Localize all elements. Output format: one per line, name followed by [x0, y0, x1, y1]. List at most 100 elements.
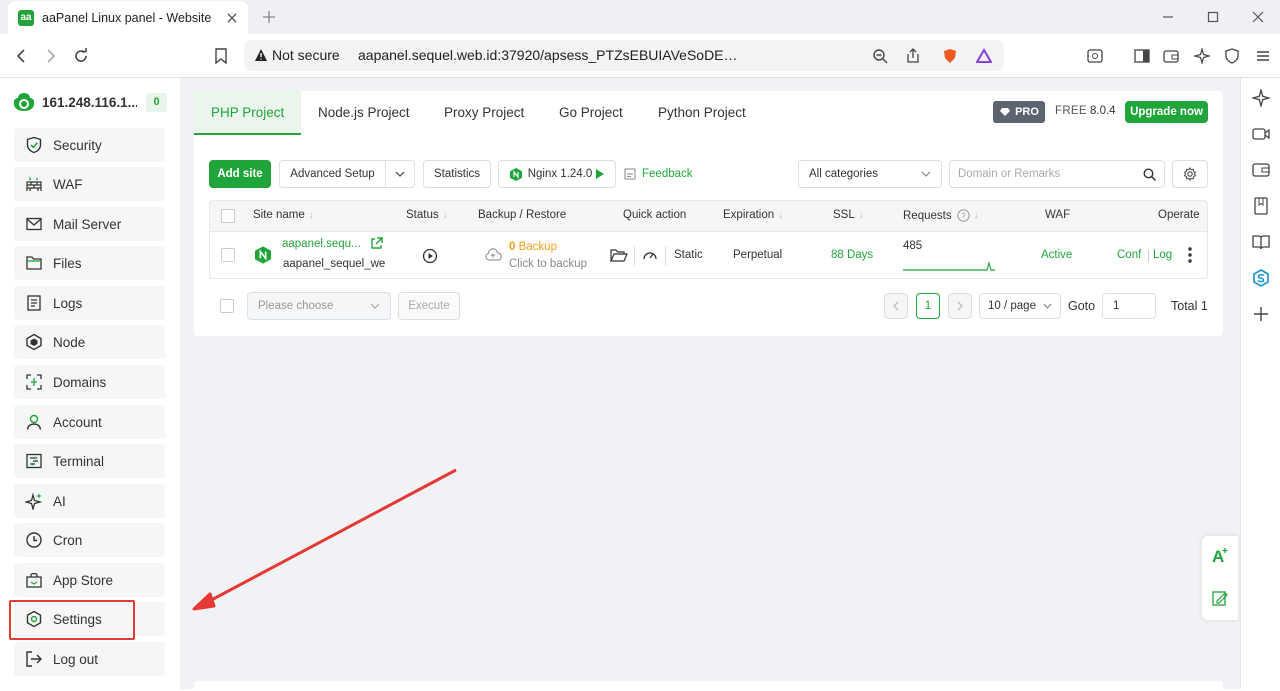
goto-input[interactable]: 1: [1102, 293, 1156, 319]
reload-icon[interactable]: [72, 47, 90, 65]
log-link[interactable]: Log: [1153, 249, 1172, 261]
tab-python-project[interactable]: Python Project: [641, 91, 763, 135]
speedometer-icon[interactable]: [642, 248, 658, 262]
forward-icon[interactable]: [42, 47, 60, 65]
extension-s-icon[interactable]: [1252, 269, 1270, 287]
vpn-icon[interactable]: [1223, 47, 1241, 65]
add-panel-icon[interactable]: [1252, 305, 1270, 323]
notes-edit-icon[interactable]: [1212, 590, 1228, 606]
nginx-button[interactable]: Nginx 1.24.0: [498, 160, 616, 188]
select-all-checkbox[interactable]: [221, 209, 235, 223]
brave-rewards-icon[interactable]: [975, 47, 993, 65]
execute-button[interactable]: Execute: [398, 292, 460, 320]
sidebar-item-app-store[interactable]: App Store: [14, 563, 165, 597]
server-header[interactable]: 161.248.116.1... 0: [12, 91, 167, 113]
brave-talk-icon[interactable]: [1252, 125, 1270, 143]
col-ssl[interactable]: SSL ↓: [833, 209, 864, 221]
col-status[interactable]: Status ↓: [406, 209, 448, 221]
divider: [1148, 250, 1149, 262]
col-expiration[interactable]: Expiration ↓: [723, 209, 783, 221]
row-checkbox[interactable]: [221, 248, 235, 262]
col-requests[interactable]: Requests ? ↓: [903, 209, 979, 222]
add-site-button[interactable]: Add site: [209, 160, 271, 188]
url-text[interactable]: aapanel.sequel.web.id:37920/apsess_PTZsE…: [358, 47, 743, 63]
table-settings-button[interactable]: [1172, 160, 1208, 188]
site-name-link[interactable]: aapanel.sequ...: [282, 238, 361, 250]
ssl-days[interactable]: 88 Days: [831, 249, 873, 261]
bookmark-icon[interactable]: [212, 47, 230, 65]
quick-action-static[interactable]: Static: [674, 249, 703, 261]
window-close-icon[interactable]: [1250, 9, 1266, 25]
sidebar-item-account[interactable]: Account: [14, 405, 165, 439]
statistics-button[interactable]: Statistics: [423, 160, 491, 188]
bulk-action-select[interactable]: Please choose: [247, 292, 391, 320]
search-icon[interactable]: [1143, 167, 1156, 181]
next-page-button[interactable]: [948, 293, 972, 319]
sidebar-item-logs[interactable]: Logs: [14, 286, 165, 320]
maximize-icon[interactable]: [1205, 9, 1221, 25]
upgrade-button[interactable]: Upgrade now: [1125, 101, 1208, 123]
tab-php-project[interactable]: PHP Project: [194, 91, 302, 135]
bookmarks-rail-icon[interactable]: [1252, 197, 1270, 215]
sidebar-toggle-icon[interactable]: [1133, 47, 1151, 65]
close-tab-icon[interactable]: [224, 10, 240, 26]
security-label[interactable]: Not secure: [272, 47, 340, 63]
wallet-rail-icon[interactable]: [1252, 161, 1270, 179]
feedback-link[interactable]: Feedback: [624, 160, 693, 188]
col-site-name[interactable]: Site name ↓: [253, 209, 314, 221]
reading-list-icon[interactable]: [1252, 233, 1270, 251]
waf-icon: [25, 175, 43, 193]
sidebar-item-mail-server[interactable]: Mail Server: [14, 207, 165, 241]
minimize-icon[interactable]: [1160, 9, 1176, 25]
advanced-setup-button[interactable]: Advanced Setup: [279, 160, 386, 188]
sidebar-item-node[interactable]: Node: [14, 325, 165, 359]
tab-go-project[interactable]: Go Project: [542, 91, 640, 135]
leo-ai-icon[interactable]: [1193, 47, 1211, 65]
zoom-icon[interactable]: [871, 47, 889, 65]
tab-nodejs-project[interactable]: Node.js Project: [301, 91, 427, 135]
reader-icon[interactable]: [1086, 47, 1104, 65]
sidebar-item-terminal[interactable]: Terminal: [14, 444, 165, 478]
chevron-down-icon: [395, 171, 405, 177]
conf-link[interactable]: Conf: [1117, 249, 1141, 261]
menu-icon[interactable]: [1254, 47, 1272, 65]
chevron-down-icon: [370, 303, 380, 309]
sidebar-item-log-out[interactable]: Log out: [14, 642, 165, 676]
help-icon[interactable]: ?: [956, 209, 970, 222]
backup-hint[interactable]: Click to backup: [509, 258, 587, 270]
address-bar[interactable]: Not secure aapanel.sequel.web.id:37920/a…: [244, 40, 1004, 71]
sidebar-item-domains[interactable]: Domains: [14, 365, 165, 399]
pro-badge[interactable]: PRO: [993, 101, 1045, 123]
brave-shield-icon[interactable]: [941, 47, 959, 65]
new-tab-icon[interactable]: [260, 8, 278, 26]
folder-open-icon[interactable]: [610, 248, 628, 262]
sidebar-item-cron[interactable]: Cron: [14, 523, 165, 557]
status-play-icon[interactable]: [422, 248, 438, 264]
divider: [665, 246, 666, 266]
sidebar-item-ai[interactable]: AI: [14, 484, 165, 518]
category-select[interactable]: All categories: [798, 160, 942, 188]
waf-status[interactable]: Active: [1041, 249, 1072, 261]
external-link-icon[interactable]: [370, 237, 383, 250]
advanced-setup-dropdown[interactable]: [385, 160, 415, 188]
share-icon[interactable]: [904, 47, 922, 65]
ai-assistant-icon[interactable]: A: [1211, 546, 1229, 564]
wallet-icon[interactable]: [1162, 47, 1180, 65]
sidebar-item-files[interactable]: Files: [14, 246, 165, 280]
bulk-select-checkbox[interactable]: [220, 299, 234, 313]
backup-count[interactable]: 0 Backup: [509, 241, 557, 253]
expiration-value[interactable]: Perpetual: [733, 249, 782, 261]
page-1-button[interactable]: 1: [916, 293, 940, 319]
browser-tab[interactable]: aa aaPanel Linux panel - Website: [8, 1, 248, 34]
sidebar-item-waf[interactable]: WAF: [14, 167, 165, 201]
leo-sparkle-icon[interactable]: [1252, 89, 1270, 107]
clock-icon: [25, 531, 43, 549]
warning-icon[interactable]: [254, 48, 268, 62]
more-vertical-icon[interactable]: [1188, 247, 1192, 263]
search-input[interactable]: Domain or Remarks: [949, 160, 1165, 188]
prev-page-button[interactable]: [884, 293, 908, 319]
back-icon[interactable]: [12, 47, 30, 65]
page-size-select[interactable]: 10 / page: [979, 293, 1061, 319]
tab-proxy-project[interactable]: Proxy Project: [427, 91, 541, 135]
sidebar-item-security[interactable]: Security: [14, 128, 165, 162]
